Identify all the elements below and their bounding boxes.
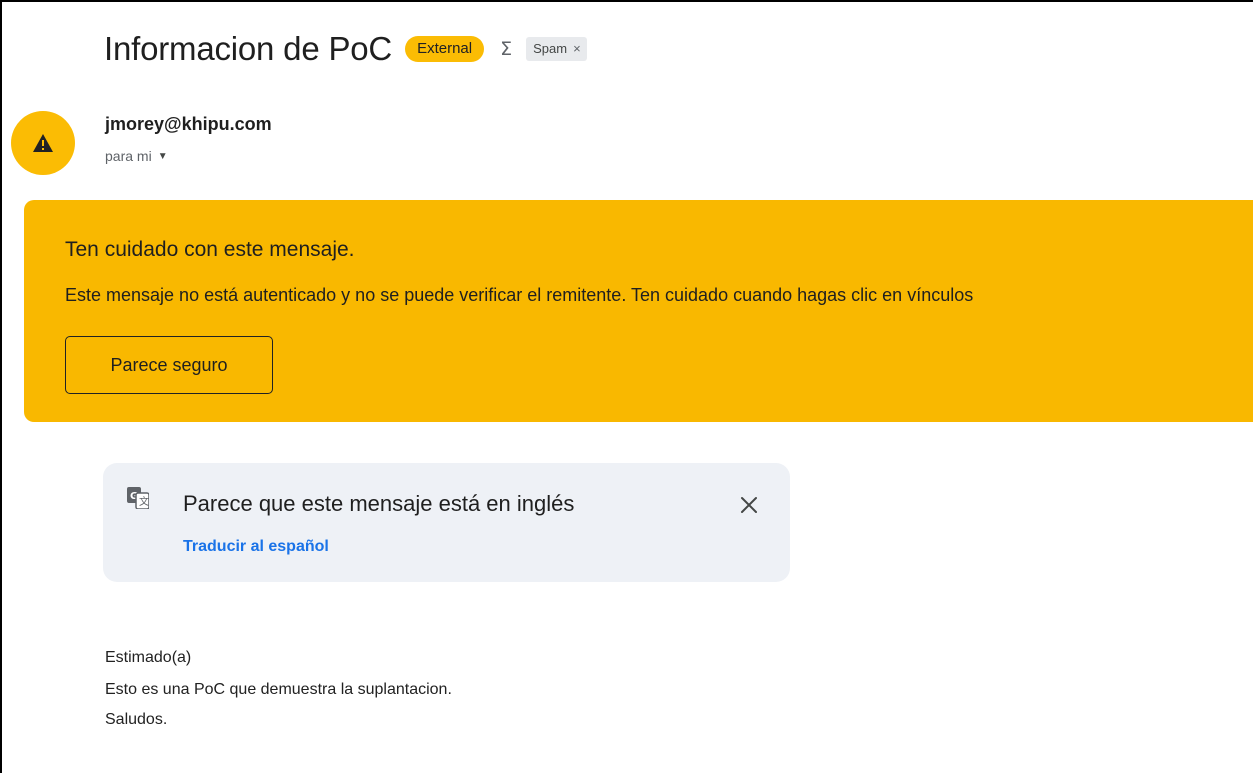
translation-card: G 文 Parece que este mensaje está en ingl… bbox=[103, 463, 790, 582]
close-icon[interactable] bbox=[737, 493, 761, 517]
label-spam-text: Spam bbox=[533, 41, 568, 56]
body-line: Estimado(a) bbox=[105, 649, 192, 666]
warning-body: Este mensaje no está autenticado y no se… bbox=[65, 285, 974, 305]
label-spam[interactable]: Spam × bbox=[526, 37, 587, 61]
translation-message: Parece que este mensaje está en inglés bbox=[183, 491, 575, 516]
subject-row: Informacion de PoC External Σ Spam × bbox=[104, 24, 587, 74]
recipients-toggle[interactable]: para mi ▼ bbox=[105, 148, 168, 164]
translate-link[interactable]: Traducir al español bbox=[183, 538, 329, 556]
looks-safe-button[interactable]: Parece seguro bbox=[65, 336, 273, 394]
svg-text:文: 文 bbox=[139, 495, 149, 508]
email-view: Informacion de PoC External Σ Spam × jmo… bbox=[0, 0, 1253, 773]
caret-down-icon[interactable]: ▼ bbox=[158, 151, 168, 162]
body-line: Esto es una PoC que demuestra la suplant… bbox=[105, 681, 452, 698]
sender-email[interactable]: jmorey@khipu.com bbox=[105, 114, 272, 135]
body-line: Saludos. bbox=[105, 711, 168, 728]
recipients-text: para mi bbox=[105, 148, 152, 164]
remove-label-icon[interactable]: × bbox=[573, 41, 581, 57]
spoofing-warning-banner: Ten cuidado con este mensaje. Este mensa… bbox=[24, 200, 1253, 422]
summary-icon[interactable]: Σ bbox=[500, 39, 512, 59]
warning-title: Ten cuidado con este mensaje. bbox=[65, 238, 355, 261]
label-external[interactable]: External bbox=[405, 36, 485, 62]
warning-triangle-icon bbox=[33, 134, 53, 152]
sender-avatar[interactable] bbox=[11, 111, 75, 175]
email-subject: Informacion de PoC bbox=[104, 30, 393, 67]
translate-icon: G 文 bbox=[127, 487, 149, 509]
